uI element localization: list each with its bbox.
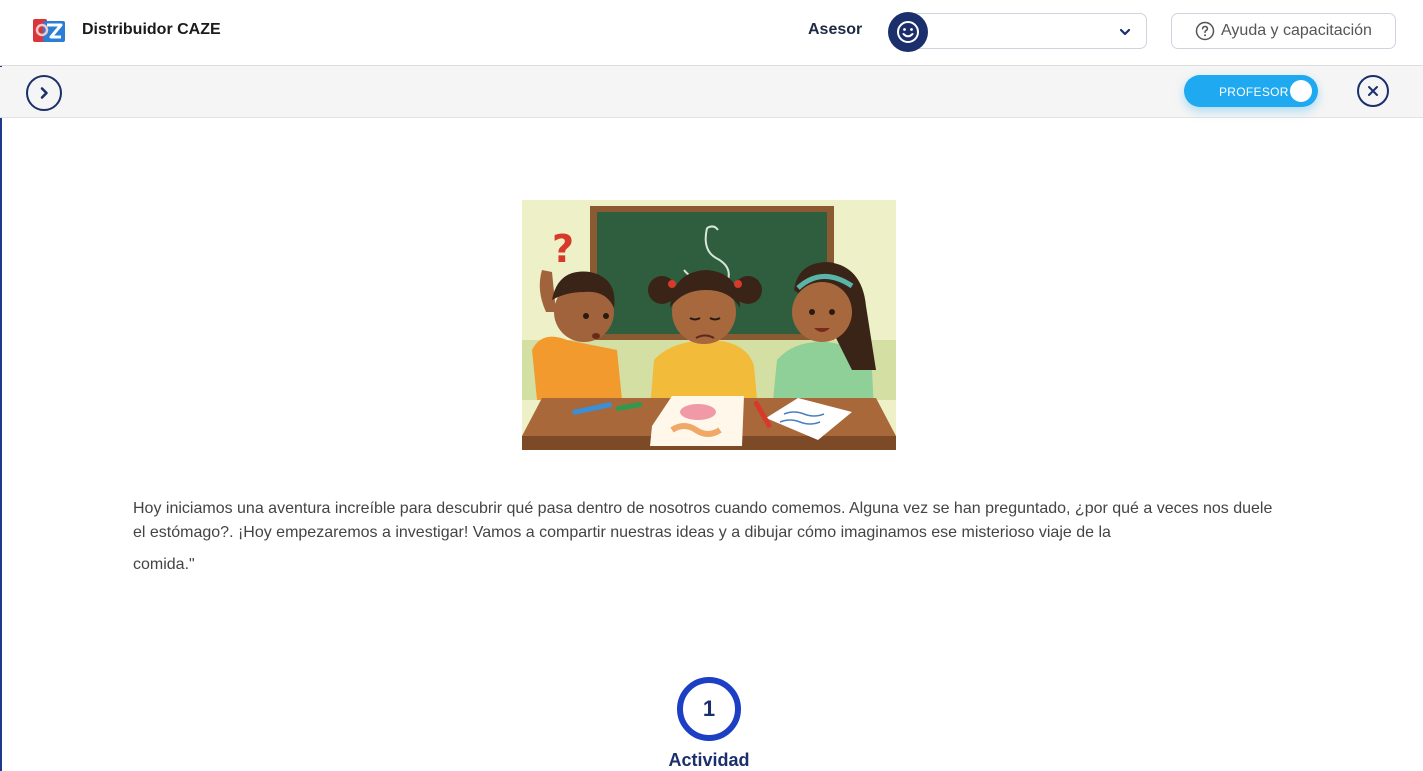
lesson-illustration: ? xyxy=(522,200,896,450)
close-icon xyxy=(1368,86,1378,96)
close-button[interactable] xyxy=(1357,75,1389,107)
chevron-down-icon xyxy=(1119,28,1131,36)
brand-name: Distribuidor CAZE xyxy=(82,21,221,38)
lesson-intro-text: Hoy iniciamos una aventura increíble par… xyxy=(133,497,1293,577)
chevron-right-icon xyxy=(40,87,48,99)
activity-step-number: 1 xyxy=(702,696,716,721)
role-toggle-label: PROFESOR xyxy=(1219,85,1289,99)
smiley-icon xyxy=(897,21,919,43)
expand-sidebar-button[interactable] xyxy=(26,75,62,111)
help-circle-icon xyxy=(1195,21,1215,41)
avatar[interactable] xyxy=(888,12,928,52)
advisor-select[interactable] xyxy=(908,13,1147,49)
help-button[interactable]: Ayuda y capacitación xyxy=(1171,13,1396,49)
intro-line-3: comida." xyxy=(133,556,195,573)
help-button-label: Ayuda y capacitación xyxy=(1221,22,1372,39)
role-toggle[interactable]: PROFESOR xyxy=(1184,75,1318,107)
svg-text:?: ? xyxy=(552,227,574,271)
activity-step-badge: 1 xyxy=(677,677,741,741)
intro-line-1: Hoy iniciamos una aventura increíble par… xyxy=(133,500,1273,517)
toggle-knob xyxy=(1290,80,1312,102)
advisor-label: Asesor xyxy=(808,21,863,38)
caze-logo xyxy=(33,19,65,42)
activity-step-label: Actividad xyxy=(668,750,750,770)
lesson-toolbar: PROFESOR xyxy=(0,67,1423,118)
top-header: Distribuidor CAZE Asesor Ayuda y capacit… xyxy=(0,0,1423,66)
intro-line-2: el estómago?. ¡Hoy empezaremos a investi… xyxy=(133,524,1111,541)
